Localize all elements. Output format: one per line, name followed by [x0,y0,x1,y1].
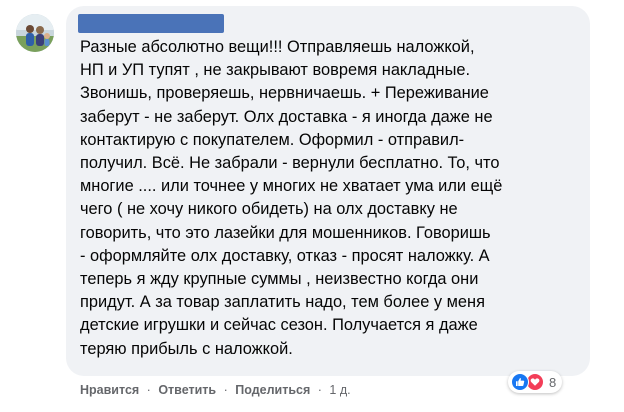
comment-line: заберут - не заберут. Олх доставка - я и… [80,107,493,126]
comment-line: - оформляйте олх доставку, отказ - прося… [80,246,490,265]
like-button[interactable]: Нравится [80,383,139,397]
separator: · [146,383,151,397]
avatar[interactable] [16,14,54,52]
comment-line: теряю прибыль с наложкой. [80,339,293,358]
comment-line: теперь я жду крупные суммы , неизвестно … [80,270,479,289]
separator: · [317,383,322,397]
comment-line: говорить, что это лазейки для мошенников… [80,223,491,242]
share-button[interactable]: Поделиться [235,383,310,397]
comment-line: чего ( не хочу никого обидеть) на олх до… [80,200,458,219]
reaction-count: 8 [549,374,557,390]
comment-line: НП и УП тупят , не закрывают вовремя нак… [80,61,471,80]
avatar-photo [16,14,54,52]
comment-line: Звонишь, проверяешь, нервничаешь. + Пере… [80,84,489,103]
reply-button[interactable]: Ответить [158,383,216,397]
comment-actions: Нравится · Ответить · Поделиться · 1 д. [80,383,351,397]
comment-bubble: Разные абсолютно вещи!!! Отправляешь нал… [66,6,590,376]
author-name-redacted[interactable] [78,14,224,33]
comment-text: Разные абсолютно вещи!!! Отправляешь нал… [80,36,580,361]
like-icon [511,373,529,391]
comment: Разные абсолютно вещи!!! Отправляешь нал… [0,0,624,412]
separator: · [223,383,228,397]
comment-line: детские игрушки и сейчас сезон. Получает… [80,316,478,335]
timestamp-link[interactable]: 1 д. [329,383,350,397]
comment-line: контактирую с покупателем. Оформил - отп… [80,130,465,149]
comment-line: придут. А за товар заплатить надо, тем б… [80,293,485,312]
comment-line: получил. Всё. Не забрали - вернули беспл… [80,154,500,173]
comment-line: многие .... или точнее у многих не хвата… [80,177,503,196]
reactions-summary[interactable]: 8 [508,371,563,393]
comment-line: Разные абсолютно вещи!!! Отправляешь нал… [80,38,475,56]
